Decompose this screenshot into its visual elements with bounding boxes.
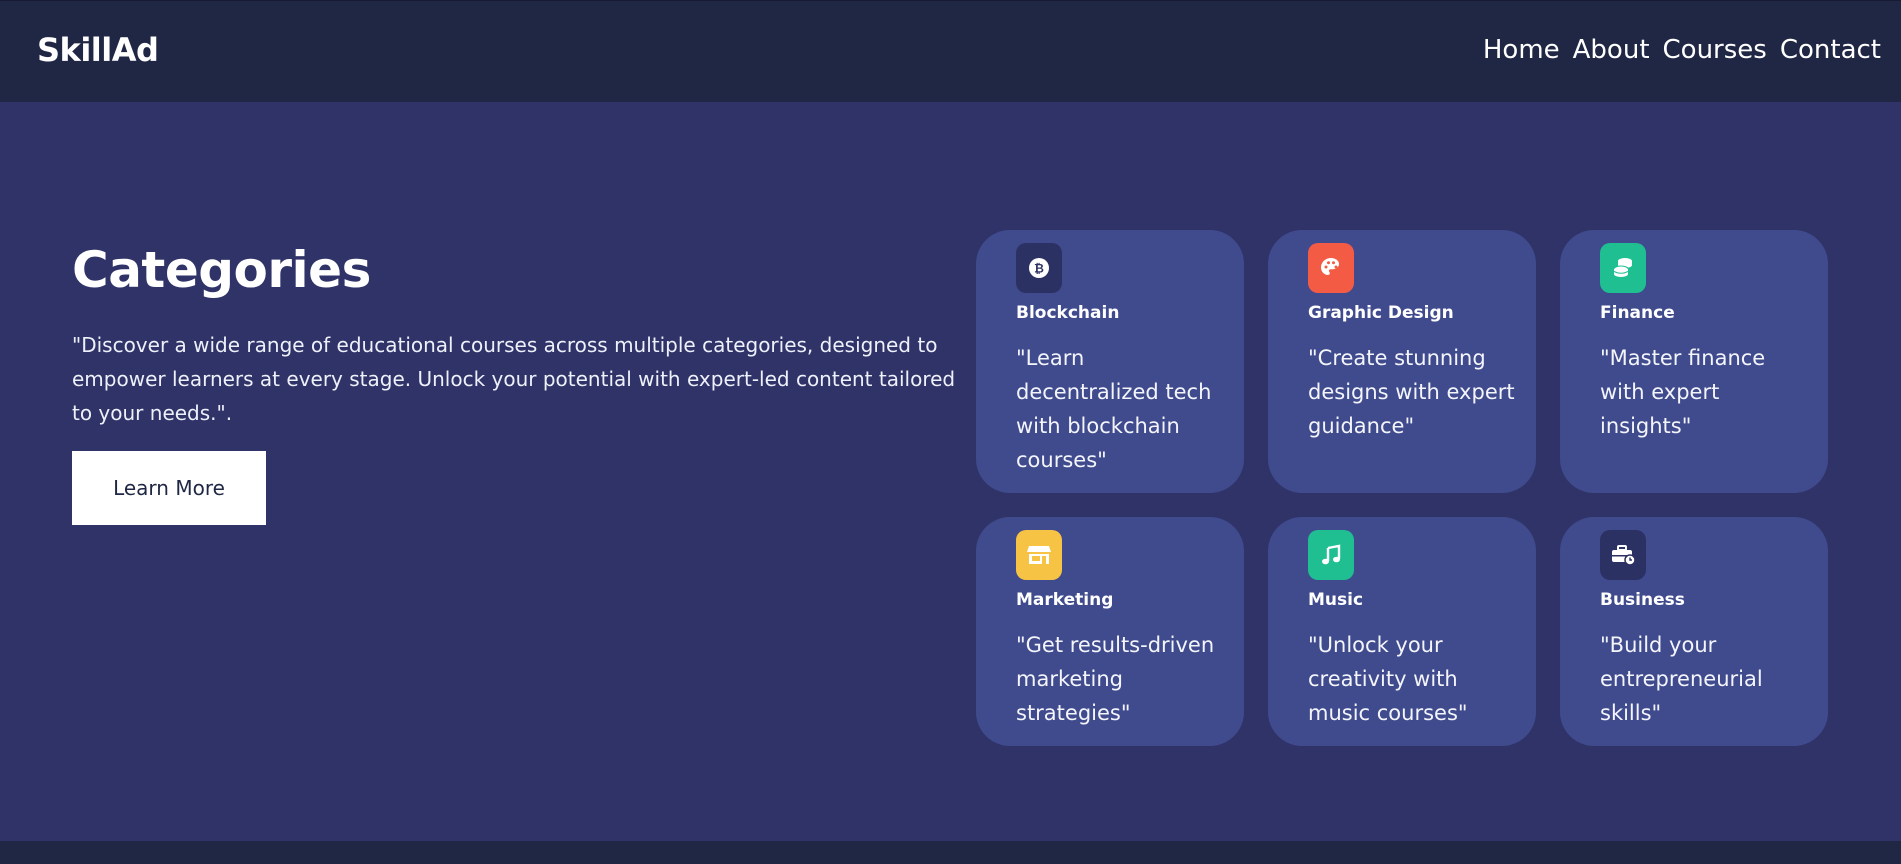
footer bbox=[0, 841, 1901, 864]
main-nav: Home About Courses Contact bbox=[1483, 35, 1881, 65]
music-note-icon bbox=[1308, 530, 1354, 580]
category-description: "Master finance with expert insights" bbox=[1600, 346, 1766, 438]
business-time-icon bbox=[1600, 530, 1646, 580]
store-icon bbox=[1016, 530, 1062, 580]
category-description: "Build your entrepreneurial skills" bbox=[1600, 633, 1763, 725]
category-title: Graphic Design bbox=[1308, 303, 1454, 323]
brand-logo[interactable]: SkillAd bbox=[37, 31, 159, 69]
category-description: "Get results-driven marketing strategies… bbox=[1016, 633, 1215, 725]
category-card-marketing[interactable]: Marketing "Get results-driven marketing … bbox=[976, 517, 1244, 746]
hero-section: Categories "Discover a wide range of edu… bbox=[72, 238, 962, 525]
category-title: Blockchain bbox=[1016, 303, 1120, 323]
category-title: Finance bbox=[1600, 303, 1675, 323]
hero-description: "Discover a wide range of educational co… bbox=[72, 333, 956, 425]
nav-home-link[interactable]: Home bbox=[1483, 35, 1560, 65]
category-grid: ₿ Blockchain "Learn decentralized tech w… bbox=[976, 230, 1828, 746]
category-card-graphic-design[interactable]: Graphic Design "Create stunning designs … bbox=[1268, 230, 1536, 493]
nav-about-link[interactable]: About bbox=[1573, 35, 1650, 65]
category-title: Marketing bbox=[1016, 590, 1114, 610]
coins-icon bbox=[1600, 243, 1646, 293]
nav-contact-link[interactable]: Contact bbox=[1780, 35, 1881, 65]
category-description: "Learn decentralized tech with blockchai… bbox=[1016, 346, 1212, 472]
palette-icon bbox=[1308, 243, 1354, 293]
category-description: "Create stunning designs with expert gui… bbox=[1308, 346, 1515, 438]
top-navbar: SkillAd Home About Courses Contact bbox=[0, 0, 1901, 102]
learn-more-button[interactable]: Learn More bbox=[72, 451, 266, 525]
category-description: "Unlock your creativity with music cours… bbox=[1308, 633, 1468, 725]
page-title: Categories bbox=[72, 241, 371, 299]
category-card-music[interactable]: Music "Unlock your creativity with music… bbox=[1268, 517, 1536, 746]
category-card-finance[interactable]: Finance "Master finance with expert insi… bbox=[1560, 230, 1828, 493]
nav-courses-link[interactable]: Courses bbox=[1663, 35, 1767, 65]
category-card-business[interactable]: Business "Build your entrepreneurial ski… bbox=[1560, 517, 1828, 746]
bitcoin-icon: ₿ bbox=[1016, 243, 1062, 293]
svg-text:₿: ₿ bbox=[1034, 262, 1044, 276]
category-title: Music bbox=[1308, 590, 1364, 610]
category-title: Business bbox=[1600, 590, 1685, 610]
category-card-blockchain[interactable]: ₿ Blockchain "Learn decentralized tech w… bbox=[976, 230, 1244, 493]
